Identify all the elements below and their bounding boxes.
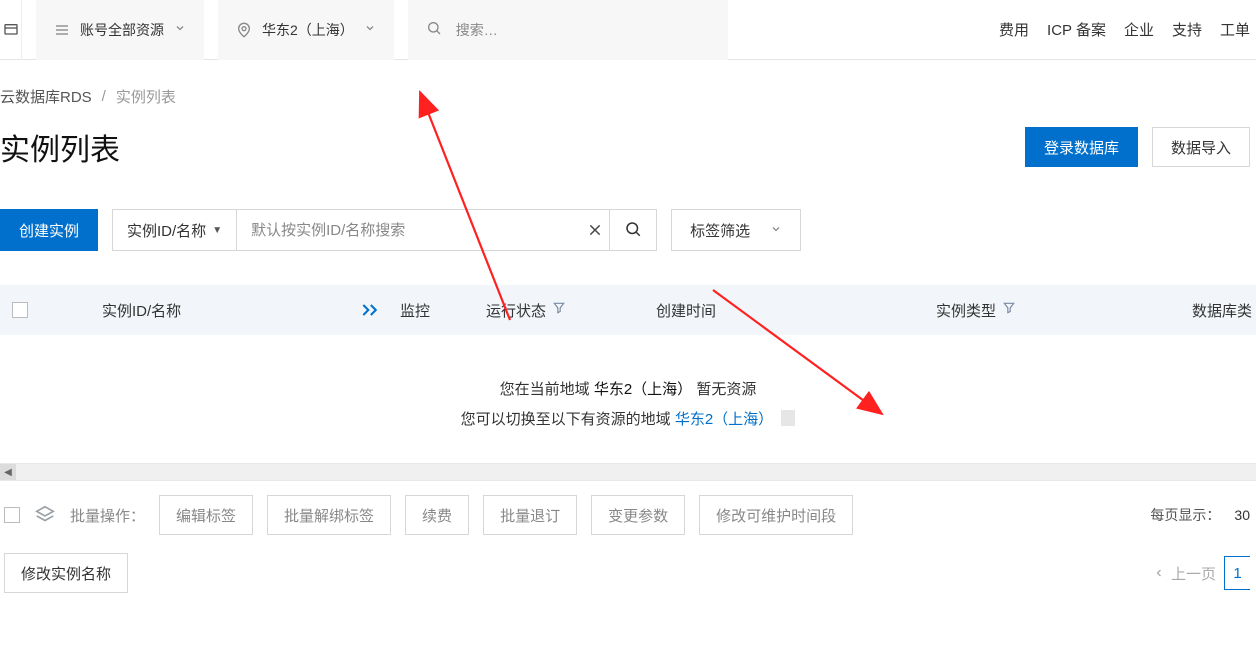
batch-change-params-button[interactable]: 变更参数 bbox=[591, 495, 685, 535]
batch-unsubscribe-button[interactable]: 批量退订 bbox=[483, 495, 577, 535]
resources-icon bbox=[54, 23, 70, 37]
select-all-cell bbox=[0, 302, 40, 318]
search-type-label: 实例ID/名称 bbox=[127, 220, 206, 241]
login-database-button[interactable]: 登录数据库 bbox=[1025, 127, 1138, 167]
empty-line-1: 您在当前地域 华东2（上海） 暂无资源 bbox=[0, 375, 1256, 405]
list-toolbar: 创建实例 实例ID/名称 ▼ bbox=[0, 209, 1256, 251]
pagination-size: 每页显示： 30 bbox=[1150, 505, 1256, 525]
console-home-button[interactable] bbox=[0, 0, 22, 60]
th-idname: 实例ID/名称 bbox=[40, 300, 340, 321]
top-bar-left: 账号全部资源 华东2（上海） bbox=[0, 0, 728, 60]
th-idname-label: 实例ID/名称 bbox=[102, 300, 181, 321]
th-db: 数据库类 bbox=[1086, 300, 1256, 321]
top-bar-right: 费用 ICP 备案 企业 支持 工单 bbox=[999, 19, 1256, 40]
breadcrumb-sep: / bbox=[102, 88, 106, 105]
pager-current-page[interactable]: 1 bbox=[1224, 556, 1250, 590]
empty-line-2: 您可以切换至以下有资源的地域 华东2（上海） bbox=[0, 405, 1256, 435]
th-expand-columns[interactable] bbox=[340, 303, 400, 317]
batch-unbind-tags-button[interactable]: 批量解绑标签 bbox=[267, 495, 391, 535]
nav-fees[interactable]: 费用 bbox=[999, 19, 1029, 40]
global-search-input[interactable] bbox=[454, 21, 710, 39]
empty-line1-region: 华东2（上海） bbox=[594, 381, 692, 398]
import-data-button[interactable]: 数据导入 bbox=[1152, 127, 1250, 167]
per-page-label: 每页显示： bbox=[1150, 505, 1220, 525]
horizontal-scrollbar[interactable]: ◀ bbox=[0, 463, 1256, 481]
nav-support[interactable]: 支持 bbox=[1172, 19, 1202, 40]
switch-region-link[interactable]: 华东2（上海） bbox=[675, 411, 773, 428]
nav-enterprise[interactable]: 企业 bbox=[1124, 19, 1154, 40]
location-icon bbox=[236, 22, 252, 38]
scroll-left-button[interactable]: ◀ bbox=[0, 464, 16, 480]
th-status-label: 运行状态 bbox=[486, 300, 546, 321]
region-label: 华东2（上海） bbox=[262, 20, 354, 40]
batch-maint-window-button[interactable]: 修改可维护时间段 bbox=[699, 495, 853, 535]
instance-search-input[interactable] bbox=[249, 221, 569, 240]
empty-line1-prefix: 您在当前地域 bbox=[500, 381, 594, 398]
page-body: 云数据库RDS / 实例列表 实例列表 登录数据库 数据导入 创建实例 实例ID… bbox=[0, 60, 1256, 607]
table-header: 实例ID/名称 监控 运行状态 创建时间 bbox=[0, 285, 1256, 335]
batch-select-checkbox[interactable] bbox=[4, 507, 20, 523]
tag-filter-label: 标签筛选 bbox=[690, 220, 750, 241]
nav-icp[interactable]: ICP 备案 bbox=[1047, 19, 1106, 40]
pager-prev-label: 上一页 bbox=[1171, 563, 1216, 584]
page-title-row: 实例列表 登录数据库 数据导入 bbox=[0, 125, 1256, 169]
page-title: 实例列表 bbox=[0, 125, 120, 169]
filter-icon bbox=[1002, 301, 1016, 319]
chevron-down-icon bbox=[174, 22, 186, 37]
batch-action-bar: 批量操作： 编辑标签 批量解绑标签 续费 批量退订 变更参数 修改可维护时间段 … bbox=[0, 481, 1256, 549]
breadcrumb-root[interactable]: 云数据库RDS bbox=[0, 86, 92, 107]
chevron-down-icon bbox=[770, 223, 782, 238]
global-search[interactable] bbox=[408, 0, 728, 60]
empty-line2-prefix: 您可以切换至以下有资源的地域 bbox=[461, 411, 675, 428]
create-instance-button[interactable]: 创建实例 bbox=[0, 209, 98, 251]
empty-state: 您在当前地域 华东2（上海） 暂无资源 您可以切换至以下有资源的地域 华东2（上… bbox=[0, 335, 1256, 463]
th-created: 创建时间 bbox=[656, 300, 936, 321]
chevron-down-icon bbox=[364, 22, 376, 37]
search-icon bbox=[624, 220, 642, 241]
instance-table: 实例ID/名称 监控 运行状态 创建时间 bbox=[0, 285, 1256, 481]
search-input-wrap bbox=[237, 210, 581, 250]
per-page-value[interactable]: 30 bbox=[1234, 507, 1250, 523]
filter-icon bbox=[552, 301, 566, 319]
account-resources-dropdown[interactable]: 账号全部资源 bbox=[36, 0, 204, 60]
stack-icon bbox=[34, 504, 56, 526]
empty-line1-suffix: 暂无资源 bbox=[692, 381, 756, 398]
breadcrumb: 云数据库RDS / 实例列表 bbox=[0, 86, 1256, 107]
top-bar: 账号全部资源 华东2（上海） bbox=[0, 0, 1256, 60]
caret-down-icon: ▼ bbox=[212, 225, 222, 236]
instance-search-group: 实例ID/名称 ▼ bbox=[112, 209, 610, 251]
select-all-checkbox[interactable] bbox=[12, 302, 28, 318]
batch-rename-button[interactable]: 修改实例名称 bbox=[4, 553, 128, 593]
pager: 上一页 1 bbox=[1153, 556, 1256, 590]
pager-prev[interactable]: 上一页 bbox=[1153, 563, 1216, 584]
th-status[interactable]: 运行状态 bbox=[486, 300, 656, 321]
th-type[interactable]: 实例类型 bbox=[936, 300, 1086, 321]
page-title-actions: 登录数据库 数据导入 bbox=[1025, 127, 1256, 167]
search-type-dropdown[interactable]: 实例ID/名称 ▼ bbox=[113, 210, 237, 250]
tag-filter-dropdown[interactable]: 标签筛选 bbox=[671, 209, 801, 251]
th-db-label: 数据库类 bbox=[1192, 300, 1252, 321]
batch-label: 批量操作： bbox=[70, 505, 145, 526]
search-submit-button[interactable] bbox=[609, 209, 657, 251]
region-dropdown[interactable]: 华东2（上海） bbox=[218, 0, 394, 60]
th-monitor: 监控 bbox=[400, 300, 486, 321]
copy-icon[interactable] bbox=[781, 410, 795, 426]
batch-action-bar-row2: 修改实例名称 上一页 1 bbox=[0, 549, 1256, 607]
batch-edit-tags-button[interactable]: 编辑标签 bbox=[159, 495, 253, 535]
account-resources-label: 账号全部资源 bbox=[80, 20, 164, 40]
th-monitor-label: 监控 bbox=[400, 300, 430, 321]
nav-tickets[interactable]: 工单 bbox=[1220, 19, 1250, 40]
clear-search-button[interactable] bbox=[581, 210, 609, 250]
th-type-label: 实例类型 bbox=[936, 300, 996, 321]
search-icon bbox=[426, 20, 442, 39]
batch-renew-button[interactable]: 续费 bbox=[405, 495, 469, 535]
breadcrumb-current: 实例列表 bbox=[116, 86, 176, 107]
th-created-label: 创建时间 bbox=[656, 300, 716, 321]
